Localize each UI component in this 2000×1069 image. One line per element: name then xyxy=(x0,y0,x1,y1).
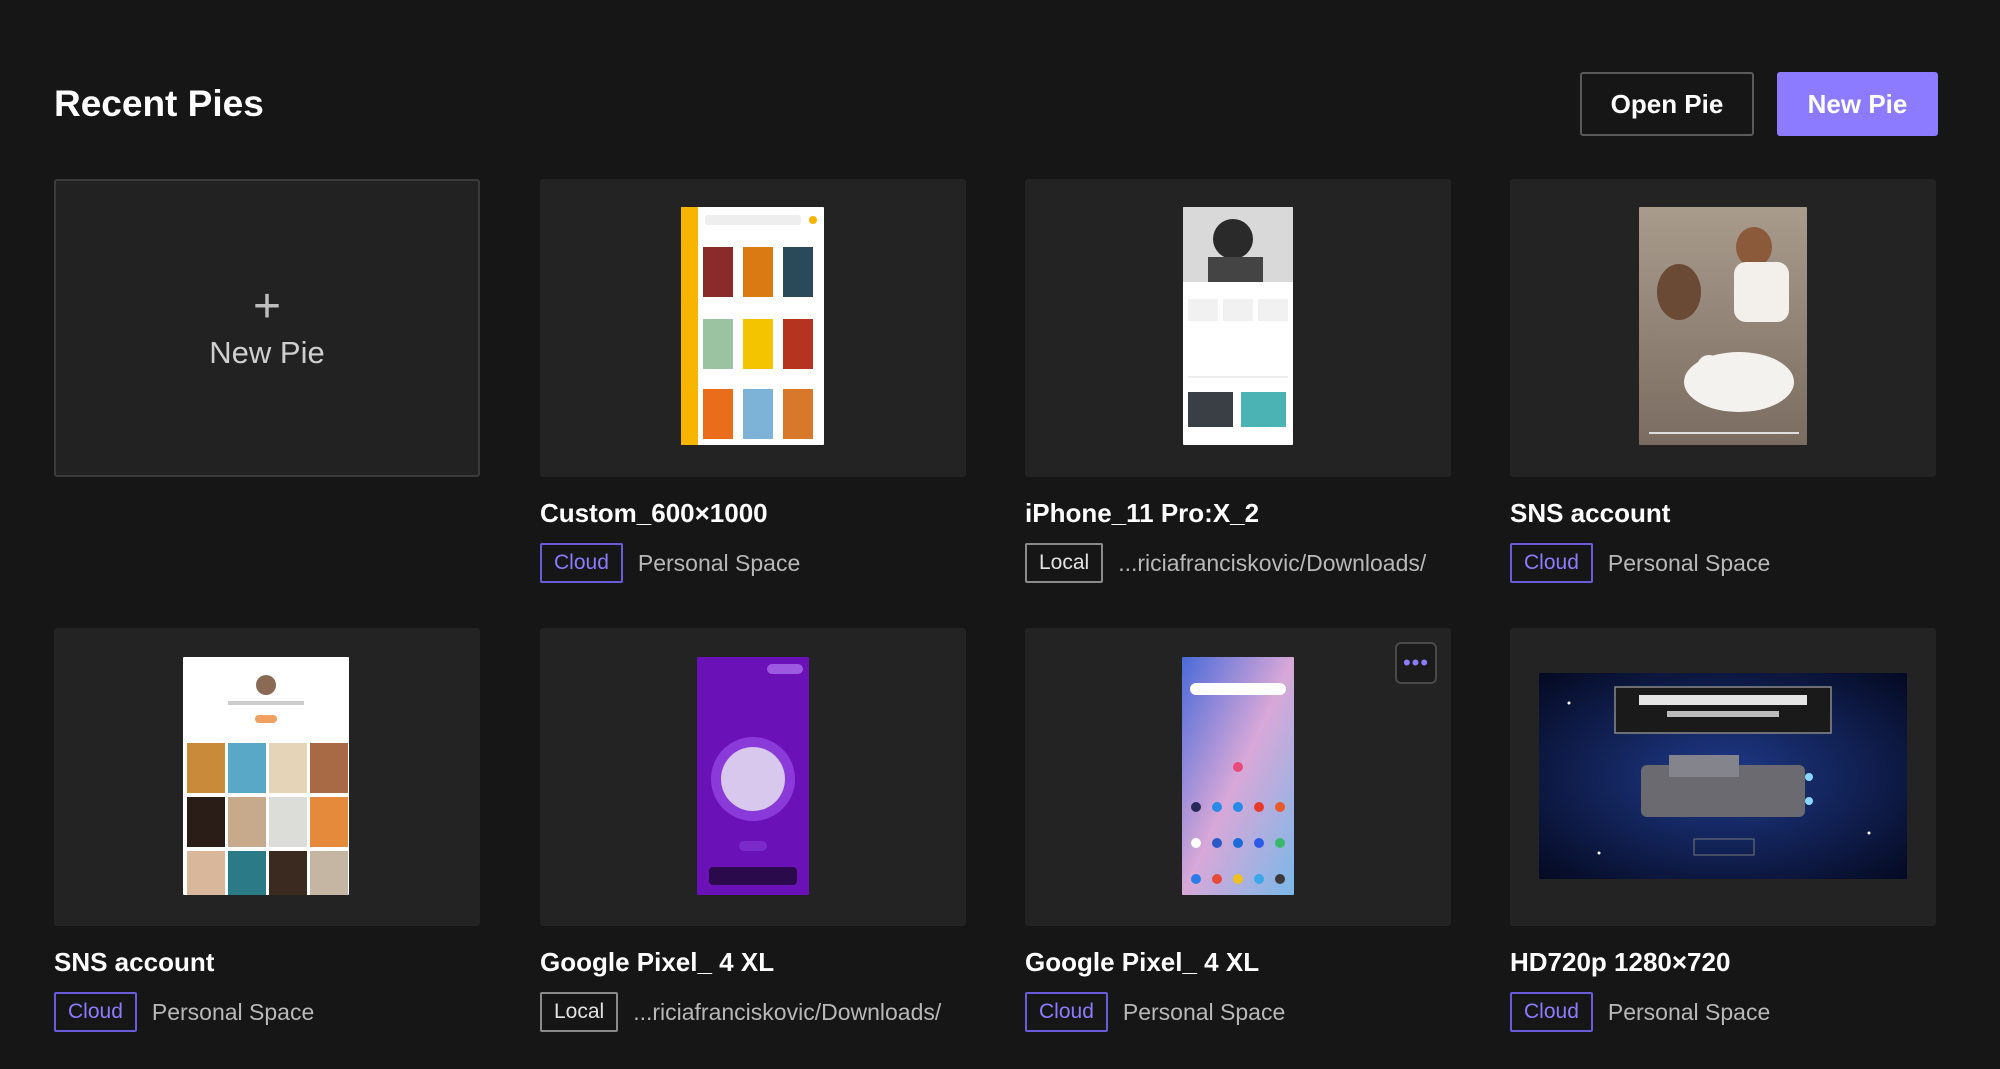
page-title: Recent Pies xyxy=(54,83,264,124)
pie-meta: Local ...riciafranciskovic/Downloads/ xyxy=(540,992,941,1032)
pie-location: Personal Space xyxy=(637,549,801,576)
storage-badge: Local xyxy=(540,992,619,1032)
pie-thumbnail-image xyxy=(1639,207,1807,445)
pie-name[interactable]: Google Pixel_ 4 XL xyxy=(540,944,774,980)
pie-card-thumbnail[interactable] xyxy=(540,179,966,477)
new-pie-card[interactable]: + New Pie xyxy=(54,179,480,477)
pie-thumbnail-image xyxy=(183,657,349,895)
pie-name[interactable]: iPhone_11 Pro:X_2 xyxy=(1025,495,1259,531)
pie-card-thumbnail[interactable] xyxy=(1025,179,1451,477)
pie-thumbnail-image xyxy=(1539,673,1907,879)
pie-thumbnail-image xyxy=(1182,657,1294,895)
pie-meta: Cloud Personal Space xyxy=(540,543,800,583)
pie-location: ...riciafranciskovic/Downloads/ xyxy=(1118,549,1427,576)
new-pie-card-label: New Pie xyxy=(209,335,325,370)
pie-meta: Cloud Personal Space xyxy=(1510,543,1770,583)
pie-location: Personal Space xyxy=(1607,998,1771,1025)
pie-meta: Cloud Personal Space xyxy=(1025,992,1285,1032)
storage-badge: Cloud xyxy=(1510,543,1593,583)
storage-badge: Cloud xyxy=(540,543,623,583)
pie-card-thumbnail[interactable] xyxy=(540,628,966,926)
pie-thumbnail-image xyxy=(697,657,809,895)
storage-badge: Local xyxy=(1025,543,1104,583)
pie-location: Personal Space xyxy=(1607,549,1771,576)
pie-meta: Cloud Personal Space xyxy=(1510,992,1770,1032)
open-pie-button[interactable]: Open Pie xyxy=(1580,72,1754,136)
pie-thumbnail-image xyxy=(1183,207,1293,445)
pie-location: Personal Space xyxy=(1122,998,1286,1025)
pie-meta: Cloud Personal Space xyxy=(54,992,314,1032)
storage-badge: Cloud xyxy=(1510,992,1593,1032)
pie-name[interactable]: SNS account xyxy=(1510,495,1670,531)
pie-meta: Local ...riciafranciskovic/Downloads/ xyxy=(1025,543,1426,583)
pie-name[interactable]: HD720p 1280×720 xyxy=(1510,944,1730,980)
pie-card-thumbnail[interactable] xyxy=(1510,628,1936,926)
pie-card-thumbnail[interactable]: ••• xyxy=(1025,628,1451,926)
pie-card-thumbnail[interactable] xyxy=(54,628,480,926)
pie-location: ...riciafranciskovic/Downloads/ xyxy=(633,998,942,1025)
pie-name[interactable]: Google Pixel_ 4 XL xyxy=(1025,944,1259,980)
new-pie-button[interactable]: New Pie xyxy=(1777,72,1938,136)
storage-badge: Cloud xyxy=(1025,992,1108,1032)
pie-card-thumbnail[interactable] xyxy=(1510,179,1936,477)
storage-badge: Cloud xyxy=(54,992,137,1032)
pie-location: Personal Space xyxy=(151,998,315,1025)
more-options-icon[interactable]: ••• xyxy=(1395,642,1437,684)
pie-name[interactable]: Custom_600×1000 xyxy=(540,495,768,531)
plus-icon: + xyxy=(252,280,282,333)
pie-thumbnail-image xyxy=(681,207,824,445)
pie-name[interactable]: SNS account xyxy=(54,944,214,980)
